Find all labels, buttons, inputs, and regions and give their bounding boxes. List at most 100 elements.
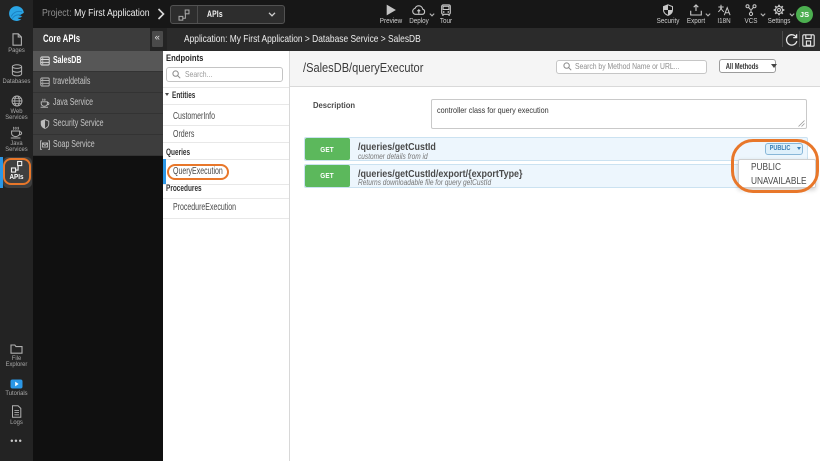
selector-icon-box bbox=[171, 6, 198, 23]
endpoint-item-customerinfo[interactable]: CustomerInfo bbox=[163, 104, 289, 125]
envelope-icon bbox=[40, 139, 50, 150]
collapse-panel-button[interactable]: « bbox=[151, 31, 163, 47]
rail-item-tutorials[interactable]: Tutorials bbox=[0, 379, 33, 397]
i18n-button[interactable]: I18N bbox=[710, 0, 737, 28]
core-apis-item-label: SalesDB bbox=[53, 55, 82, 66]
refresh-icon[interactable] bbox=[785, 33, 798, 47]
vcs-button[interactable]: VCS bbox=[738, 0, 766, 28]
operation-summary: Returns downloadable file for query getC… bbox=[357, 178, 491, 187]
folder-icon bbox=[10, 344, 23, 354]
description-label: Description bbox=[312, 100, 355, 110]
rail-more-button[interactable]: ••• bbox=[0, 436, 33, 446]
caret-down-icon bbox=[796, 147, 801, 151]
rail-label-web-services: Web Services bbox=[5, 108, 28, 121]
divider bbox=[163, 217, 289, 219]
deploy-label: Deploy bbox=[409, 17, 429, 25]
save-icon[interactable] bbox=[801, 33, 815, 47]
rail-item-java-services[interactable]: Java Services bbox=[0, 126, 33, 153]
api-nodes-icon bbox=[10, 160, 23, 173]
endpoints-section-procedures[interactable]: Procedures bbox=[163, 183, 289, 199]
endpoints-section-queries[interactable]: Queries bbox=[163, 142, 289, 159]
rail-item-apis[interactable]: APIs bbox=[0, 160, 33, 181]
project-name: My First Application bbox=[74, 8, 150, 19]
chevron-down-icon bbox=[268, 12, 276, 17]
endpoint-item-procedureexecution[interactable]: ProcedureExecution bbox=[163, 198, 289, 218]
core-apis-item-label: Soap Service bbox=[53, 139, 95, 150]
operation-summary: customer details from id bbox=[357, 151, 428, 161]
project-label: Project: bbox=[42, 8, 72, 19]
shield-icon bbox=[662, 4, 673, 16]
menu-item-unavailable[interactable]: UNAVAILABLE bbox=[751, 176, 807, 187]
all-methods-label: All Methods bbox=[725, 61, 759, 71]
tour-button[interactable]: Tour bbox=[432, 0, 460, 28]
core-apis-item-soap-service[interactable]: Soap Service bbox=[33, 134, 163, 156]
core-apis-title: Core APIs bbox=[33, 28, 150, 51]
core-apis-item-label: Java Service bbox=[53, 97, 94, 108]
core-apis-item-salesdb[interactable]: SalesDB bbox=[33, 50, 163, 72]
core-apis-item-java-service[interactable]: Java Service bbox=[33, 92, 163, 114]
deploy-button[interactable]: Deploy bbox=[405, 0, 435, 28]
rail-item-logs[interactable]: Logs bbox=[0, 405, 33, 426]
rail-label-java-services: Java Services bbox=[5, 140, 28, 153]
cloud-upload-icon bbox=[412, 5, 426, 15]
security-button[interactable]: Security bbox=[653, 0, 682, 28]
wavemaker-logo-icon bbox=[9, 6, 24, 21]
menu-item-public[interactable]: PUBLIC bbox=[751, 162, 781, 173]
all-methods-dropdown[interactable]: All Methods bbox=[719, 59, 777, 73]
play-icon bbox=[386, 4, 396, 16]
database-table-icon bbox=[40, 56, 50, 65]
core-apis-item-traveldetails[interactable]: traveldetails bbox=[33, 71, 163, 93]
rail-label-tutorials: Tutorials bbox=[5, 390, 28, 397]
core-apis-item-label: Security Service bbox=[53, 118, 104, 129]
coffee-cup-icon bbox=[40, 97, 50, 108]
endpoints-section-entities[interactable]: Entities bbox=[163, 87, 289, 104]
rail-item-databases[interactable]: Databases bbox=[0, 64, 33, 85]
bus-icon bbox=[441, 4, 451, 16]
core-apis-item-label: traveldetails bbox=[53, 76, 91, 87]
rail-label-logs: Logs bbox=[10, 419, 23, 426]
search-icon bbox=[172, 69, 181, 79]
endpoint-item-label: ProcedureExecution bbox=[172, 202, 236, 214]
endpoint-item-label: CustomerInfo bbox=[172, 111, 215, 123]
resource-selector-dropdown[interactable]: APIs bbox=[170, 5, 285, 24]
visibility-chip[interactable]: PUBLIC bbox=[765, 143, 803, 155]
core-apis-item-security-service[interactable]: Security Service bbox=[33, 113, 163, 135]
export-button[interactable]: Export bbox=[682, 0, 711, 28]
endpoints-title: Endpoints bbox=[165, 53, 203, 63]
rail-item-pages[interactable]: Pages bbox=[0, 33, 33, 54]
rail-label-file-explorer: File Explorer bbox=[5, 355, 28, 368]
preview-button[interactable]: Preview bbox=[377, 0, 405, 28]
endpoints-search-placeholder: Search... bbox=[185, 69, 213, 79]
method-badge-text: GET bbox=[320, 171, 335, 180]
page-icon bbox=[11, 33, 22, 46]
method-badge-get[interactable]: GET bbox=[304, 138, 350, 160]
method-badge-text: GET bbox=[320, 144, 335, 154]
divider bbox=[782, 31, 783, 47]
translate-icon bbox=[717, 4, 730, 16]
selector-label: APIs bbox=[198, 9, 268, 20]
resize-grip-icon bbox=[798, 119, 805, 127]
method-badge-get[interactable]: GET bbox=[304, 164, 350, 187]
operation-row-getcustid[interactable]: GET /queries/getCustId customer details … bbox=[303, 137, 808, 161]
export-icon bbox=[690, 4, 702, 16]
collapse-triangle-icon bbox=[165, 93, 169, 97]
endpoints-search-input[interactable]: Search... bbox=[166, 66, 283, 82]
settings-button[interactable]: Settings bbox=[764, 0, 795, 28]
method-search-input[interactable]: Search by Method Name or URL... bbox=[555, 59, 707, 74]
endpoint-item-queryexecution[interactable]: QueryExecution bbox=[163, 159, 289, 184]
logo-block[interactable] bbox=[0, 0, 33, 28]
rail-item-file-explorer[interactable]: File Explorer bbox=[0, 343, 33, 368]
page-title: /SalesDB/queryExecutor bbox=[303, 60, 424, 75]
endpoint-item-label: QueryExecution bbox=[172, 166, 223, 177]
rail-label-pages: Pages bbox=[8, 47, 25, 54]
project-title: Project: My First Application bbox=[42, 0, 150, 28]
endpoint-item-label: Orders bbox=[172, 128, 194, 140]
coffee-cup-icon bbox=[10, 126, 23, 139]
user-avatar[interactable]: JS bbox=[796, 5, 813, 23]
rail-item-web-services[interactable]: Web Services bbox=[0, 95, 33, 121]
rail-label-databases: Databases bbox=[2, 78, 31, 85]
tour-label: Tour bbox=[439, 17, 453, 25]
selector-label-text: APIs bbox=[207, 9, 223, 20]
operation-row-getcustid-export[interactable]: GET /queries/getCustId/export/{exportTyp… bbox=[303, 163, 808, 188]
endpoint-item-orders[interactable]: Orders bbox=[163, 125, 289, 143]
